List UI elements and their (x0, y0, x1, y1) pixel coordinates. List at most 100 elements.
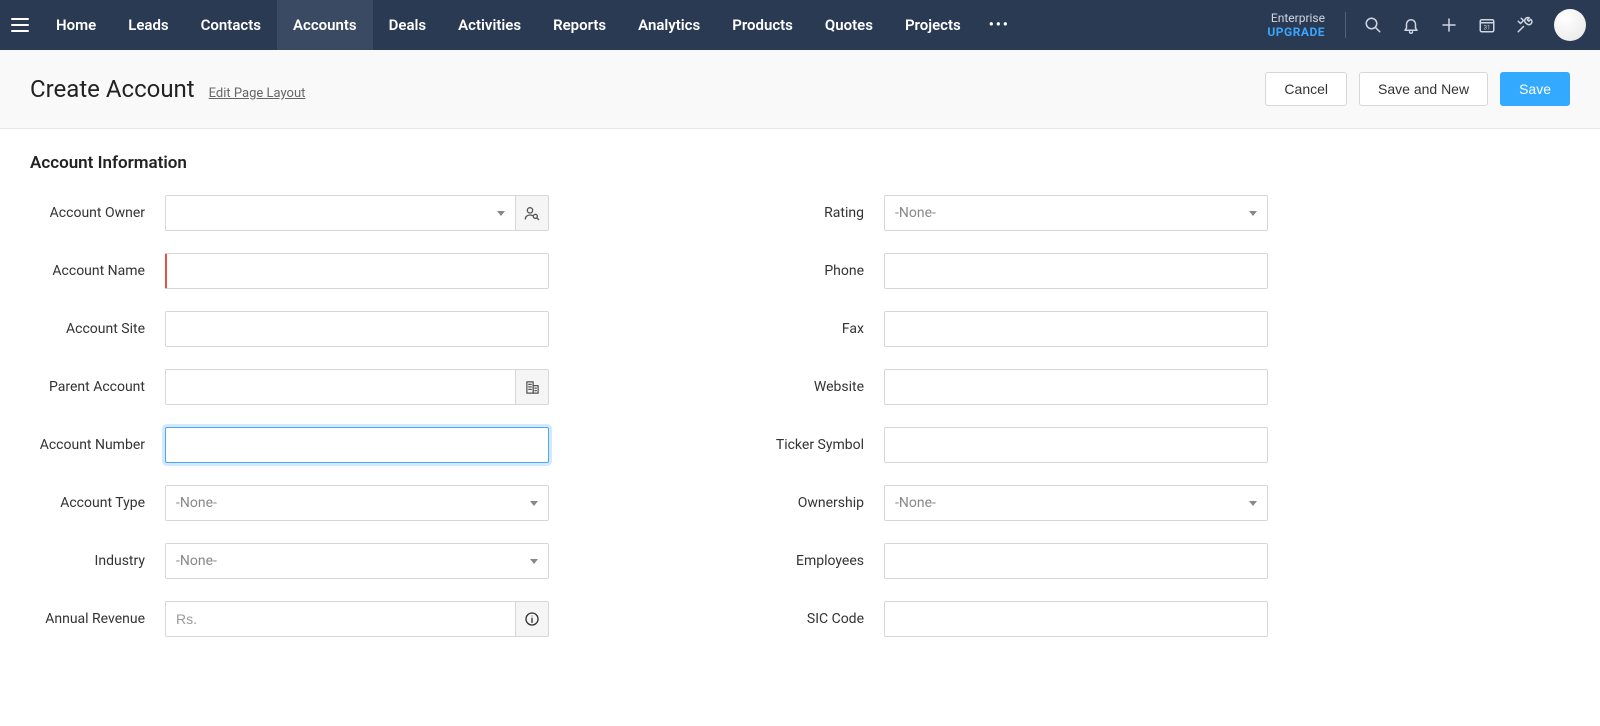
plan-info: Enterprise UPGRADE (1267, 11, 1325, 40)
account-type-select[interactable]: -None- (165, 485, 549, 521)
save-button[interactable]: Save (1500, 72, 1570, 106)
fax-input[interactable] (884, 311, 1268, 347)
label-phone: Phone (749, 263, 884, 280)
user-avatar[interactable] (1554, 9, 1586, 41)
rating-value: -None- (895, 205, 936, 221)
ownership-select[interactable]: -None- (884, 485, 1268, 521)
field-account-number: Account Number (30, 427, 549, 463)
field-sic-code: SIC Code (749, 601, 1268, 637)
field-account-name: Account Name (30, 253, 549, 289)
page-actions: Cancel Save and New Save (1265, 72, 1570, 106)
tools-icon (1516, 16, 1534, 34)
nav-tab-contacts[interactable]: Contacts (185, 0, 277, 50)
ownership-value: -None- (895, 495, 936, 511)
form-column-left: Account Owner Account Name (30, 195, 549, 637)
field-account-site: Account Site (30, 311, 549, 347)
page-title: Create Account (30, 75, 195, 103)
label-account-site: Account Site (30, 321, 165, 338)
chevron-down-icon (1249, 211, 1257, 216)
label-annual-revenue: Annual Revenue (30, 611, 165, 628)
nav-tab-analytics[interactable]: Analytics (622, 0, 716, 50)
industry-value: -None- (176, 553, 217, 569)
field-phone: Phone (749, 253, 1268, 289)
building-icon (525, 380, 540, 395)
phone-input[interactable] (884, 253, 1268, 289)
industry-select[interactable]: -None- (165, 543, 549, 579)
topbar-right: Enterprise UPGRADE 31 (1267, 0, 1600, 50)
account-number-input[interactable] (165, 427, 549, 463)
nav-tab-activities[interactable]: Activities (442, 0, 537, 50)
annual-revenue-info[interactable] (515, 601, 549, 637)
label-rating: Rating (749, 205, 884, 222)
chevron-down-icon (530, 559, 538, 564)
field-rating: Rating -None- (749, 195, 1268, 231)
account-owner-lookup-button[interactable] (515, 195, 549, 231)
nav-tab-home[interactable]: Home (40, 0, 112, 50)
nav-more-button[interactable]: ••• (977, 0, 1022, 50)
field-industry: Industry -None- (30, 543, 549, 579)
chevron-down-icon (1249, 501, 1257, 506)
field-account-owner: Account Owner (30, 195, 549, 231)
quick-add-button[interactable] (1432, 8, 1466, 42)
form-grid: Account Owner Account Name (30, 195, 1530, 637)
label-fax: Fax (749, 321, 884, 338)
user-lookup-icon (524, 205, 540, 221)
parent-account-lookup-button[interactable] (515, 369, 549, 405)
nav-tab-products[interactable]: Products (716, 0, 809, 50)
global-search-button[interactable] (1356, 8, 1390, 42)
label-employees: Employees (749, 553, 884, 570)
field-annual-revenue: Annual Revenue (30, 601, 549, 637)
label-parent-account: Parent Account (30, 379, 165, 396)
nav-tab-leads[interactable]: Leads (112, 0, 184, 50)
plan-label: Enterprise (1271, 11, 1325, 25)
label-account-type: Account Type (30, 495, 165, 512)
account-name-input[interactable] (165, 253, 549, 289)
chevron-down-icon (530, 501, 538, 506)
label-account-number: Account Number (30, 437, 165, 454)
field-ticker-symbol: Ticker Symbol (749, 427, 1268, 463)
rating-select[interactable]: -None- (884, 195, 1268, 231)
website-input[interactable] (884, 369, 1268, 405)
nav-tab-deals[interactable]: Deals (373, 0, 443, 50)
employees-input[interactable] (884, 543, 1268, 579)
edit-page-layout-link[interactable]: Edit Page Layout (209, 86, 306, 101)
field-employees: Employees (749, 543, 1268, 579)
calendar-icon: 31 (1478, 16, 1496, 34)
ticker-symbol-input[interactable] (884, 427, 1268, 463)
label-sic-code: SIC Code (749, 611, 884, 628)
svg-text:31: 31 (1484, 25, 1491, 32)
field-fax: Fax (749, 311, 1268, 347)
account-site-input[interactable] (165, 311, 549, 347)
nav-tab-quotes[interactable]: Quotes (809, 0, 889, 50)
bell-icon (1402, 16, 1420, 34)
label-ticker-symbol: Ticker Symbol (749, 437, 884, 454)
form-area: Account Information Account Owner Accoun… (0, 129, 1560, 697)
parent-account-input[interactable] (165, 369, 515, 405)
hamburger-menu-button[interactable] (0, 0, 40, 50)
notifications-button[interactable] (1394, 8, 1428, 42)
label-industry: Industry (30, 553, 165, 570)
page-header: Create Account Edit Page Layout Cancel S… (0, 50, 1600, 129)
sic-code-input[interactable] (884, 601, 1268, 637)
hamburger-icon (11, 18, 29, 32)
topbar: Home Leads Contacts Accounts Deals Activ… (0, 0, 1600, 50)
nav-tabs: Home Leads Contacts Accounts Deals Activ… (40, 0, 1022, 50)
label-account-name: Account Name (30, 263, 165, 280)
annual-revenue-input[interactable] (165, 601, 515, 637)
field-ownership: Ownership -None- (749, 485, 1268, 521)
cancel-button[interactable]: Cancel (1265, 72, 1347, 106)
page-title-wrap: Create Account Edit Page Layout (30, 75, 305, 103)
section-title: Account Information (30, 153, 1530, 173)
label-account-owner: Account Owner (30, 205, 165, 222)
nav-tab-accounts[interactable]: Accounts (277, 0, 373, 50)
label-ownership: Ownership (749, 495, 884, 512)
setup-button[interactable] (1508, 8, 1542, 42)
account-owner-select[interactable] (165, 195, 515, 231)
calendar-button[interactable]: 31 (1470, 8, 1504, 42)
nav-tab-projects[interactable]: Projects (889, 0, 977, 50)
info-icon (524, 611, 540, 627)
nav-tab-reports[interactable]: Reports (537, 0, 622, 50)
save-and-new-button[interactable]: Save and New (1359, 72, 1488, 106)
upgrade-link[interactable]: UPGRADE (1267, 25, 1325, 39)
chevron-down-icon (497, 211, 505, 216)
